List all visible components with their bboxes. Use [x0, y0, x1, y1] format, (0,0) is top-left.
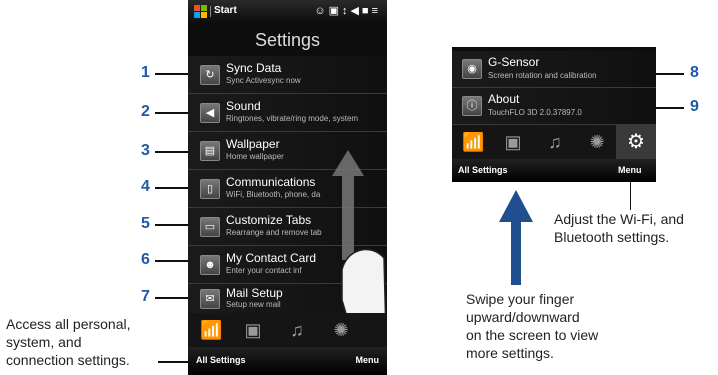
item-title: Wallpaper	[226, 137, 280, 151]
menu-softkey[interactable]: Menu	[618, 165, 642, 175]
settings-sun-icon[interactable]: ✺	[330, 319, 352, 341]
music-icon[interactable]: ♫	[544, 131, 566, 153]
caption-pointer-line	[158, 361, 188, 363]
menu-softkey[interactable]: Menu	[356, 355, 380, 365]
callout-line	[155, 151, 189, 153]
settings-sun-icon[interactable]: ✺	[586, 131, 608, 153]
item-title: Communications	[226, 175, 316, 189]
callout-line	[155, 224, 189, 226]
gear-icon[interactable]: ⚙	[616, 125, 656, 159]
caption-line: Access all personal,	[6, 316, 131, 332]
item-title: About	[488, 92, 520, 106]
caption-swipe: Swipe your finger upward/downward on the…	[466, 290, 598, 362]
callout-line	[155, 297, 189, 299]
tab-strip: 📶 ▣ ♫ ✺	[188, 313, 387, 347]
item-subtitle: Home wallpaper	[226, 152, 284, 161]
caption-line: Swipe your finger	[466, 291, 575, 307]
caption-line: Bluetooth settings.	[554, 229, 670, 245]
callout-number: 7	[141, 288, 150, 305]
music-icon[interactable]: ♫	[286, 319, 308, 341]
camera-icon[interactable]: ▣	[242, 319, 264, 341]
start-label[interactable]: Start	[210, 5, 237, 17]
item-title: Customize Tabs	[226, 213, 312, 227]
chart-icon[interactable]: 📶	[462, 131, 484, 153]
status-icons: ☺▣↕◀■≡	[314, 5, 381, 17]
callout-number: 6	[141, 251, 150, 268]
softkey-bar: All Settings Menu	[452, 159, 656, 182]
page-title: Settings	[254, 30, 321, 50]
sync-icon: ↻	[200, 65, 220, 85]
settings-item-sound[interactable]: ◀ Sound Ringtones, vibrate/ring mode, sy…	[188, 94, 387, 132]
item-subtitle: TouchFLO 3D 2.0.37897.0	[488, 108, 582, 117]
status-bar: Start ☺▣↕◀■≡	[188, 0, 387, 24]
item-title: Mail Setup	[226, 286, 283, 300]
camera-icon[interactable]: ▣	[502, 131, 524, 153]
item-subtitle: Rearrange and remove tab	[226, 228, 322, 237]
callout-number: 5	[141, 215, 150, 232]
wallpaper-icon: ▤	[200, 141, 220, 161]
caption-wifi-bluetooth: Adjust the Wi-Fi, and Bluetooth settings…	[554, 210, 684, 246]
callout-line	[155, 260, 189, 262]
about-icon: ⓘ	[462, 96, 482, 116]
callout-line	[155, 73, 189, 75]
item-title: G-Sensor	[488, 55, 540, 69]
callout-line	[155, 187, 189, 189]
settings-item-sync-data[interactable]: ↻ Sync Data Sync Activesync now	[188, 56, 387, 94]
tab-strip: 📶 ▣ ♫ ✺ ⚙	[452, 125, 656, 159]
gsensor-icon: ◉	[462, 59, 482, 79]
item-subtitle: Enter your contact inf	[226, 266, 302, 275]
communications-icon: ▯	[200, 179, 220, 199]
caption-all-settings: Access all personal, system, and connect…	[6, 315, 131, 369]
item-subtitle: Ringtones, vibrate/ring mode, system	[226, 114, 359, 123]
settings-item-g-sensor[interactable]: ◉ G-Sensor Screen rotation and calibrati…	[452, 51, 656, 88]
item-subtitle: WiFi, Bluetooth, phone, da	[226, 190, 321, 199]
callout-number: 1	[141, 64, 150, 81]
callout-line	[622, 107, 684, 109]
callout-number: 4	[141, 178, 150, 195]
chart-icon[interactable]: 📶	[200, 319, 222, 341]
contact-card-icon: ☻	[200, 255, 220, 275]
caption-line: connection settings.	[6, 352, 130, 368]
item-title: My Contact Card	[226, 251, 317, 265]
callout-number: 3	[141, 142, 150, 159]
item-title: Sync Data	[226, 61, 282, 75]
all-settings-softkey[interactable]: All Settings	[458, 165, 508, 175]
settings-screen: Start ☺▣↕◀■≡ Settings ↻ Sync Data Sync A…	[188, 0, 387, 375]
mail-icon: ✉	[200, 289, 220, 309]
caption-line: more settings.	[466, 345, 554, 361]
windows-flag-icon[interactable]	[194, 5, 208, 19]
item-subtitle: Screen rotation and calibration	[488, 71, 597, 80]
callout-number: 2	[141, 103, 150, 120]
item-subtitle: Sync Activesync now	[226, 76, 301, 85]
callout-line	[155, 112, 189, 114]
item-title: Sound	[226, 99, 261, 113]
caption-pointer-line	[630, 182, 631, 210]
settings-screen-scrolled: ◉ G-Sensor Screen rotation and calibrati…	[452, 47, 656, 182]
swipe-up-arrow-icon	[499, 190, 533, 285]
callout-line	[622, 73, 684, 75]
caption-line: on the screen to view	[466, 327, 599, 343]
speaker-icon: ◀	[200, 103, 220, 123]
caption-line: Adjust the Wi-Fi, and	[554, 211, 684, 227]
all-settings-softkey[interactable]: All Settings	[196, 355, 246, 365]
item-subtitle: Setup new mail	[226, 300, 281, 309]
softkey-bar: All Settings Menu	[188, 347, 387, 375]
callout-number: 8	[690, 64, 699, 81]
tabs-icon: ▭	[200, 217, 220, 237]
callout-number: 9	[690, 98, 699, 115]
caption-line: system, and	[6, 334, 82, 350]
caption-line: upward/downward	[466, 309, 580, 325]
